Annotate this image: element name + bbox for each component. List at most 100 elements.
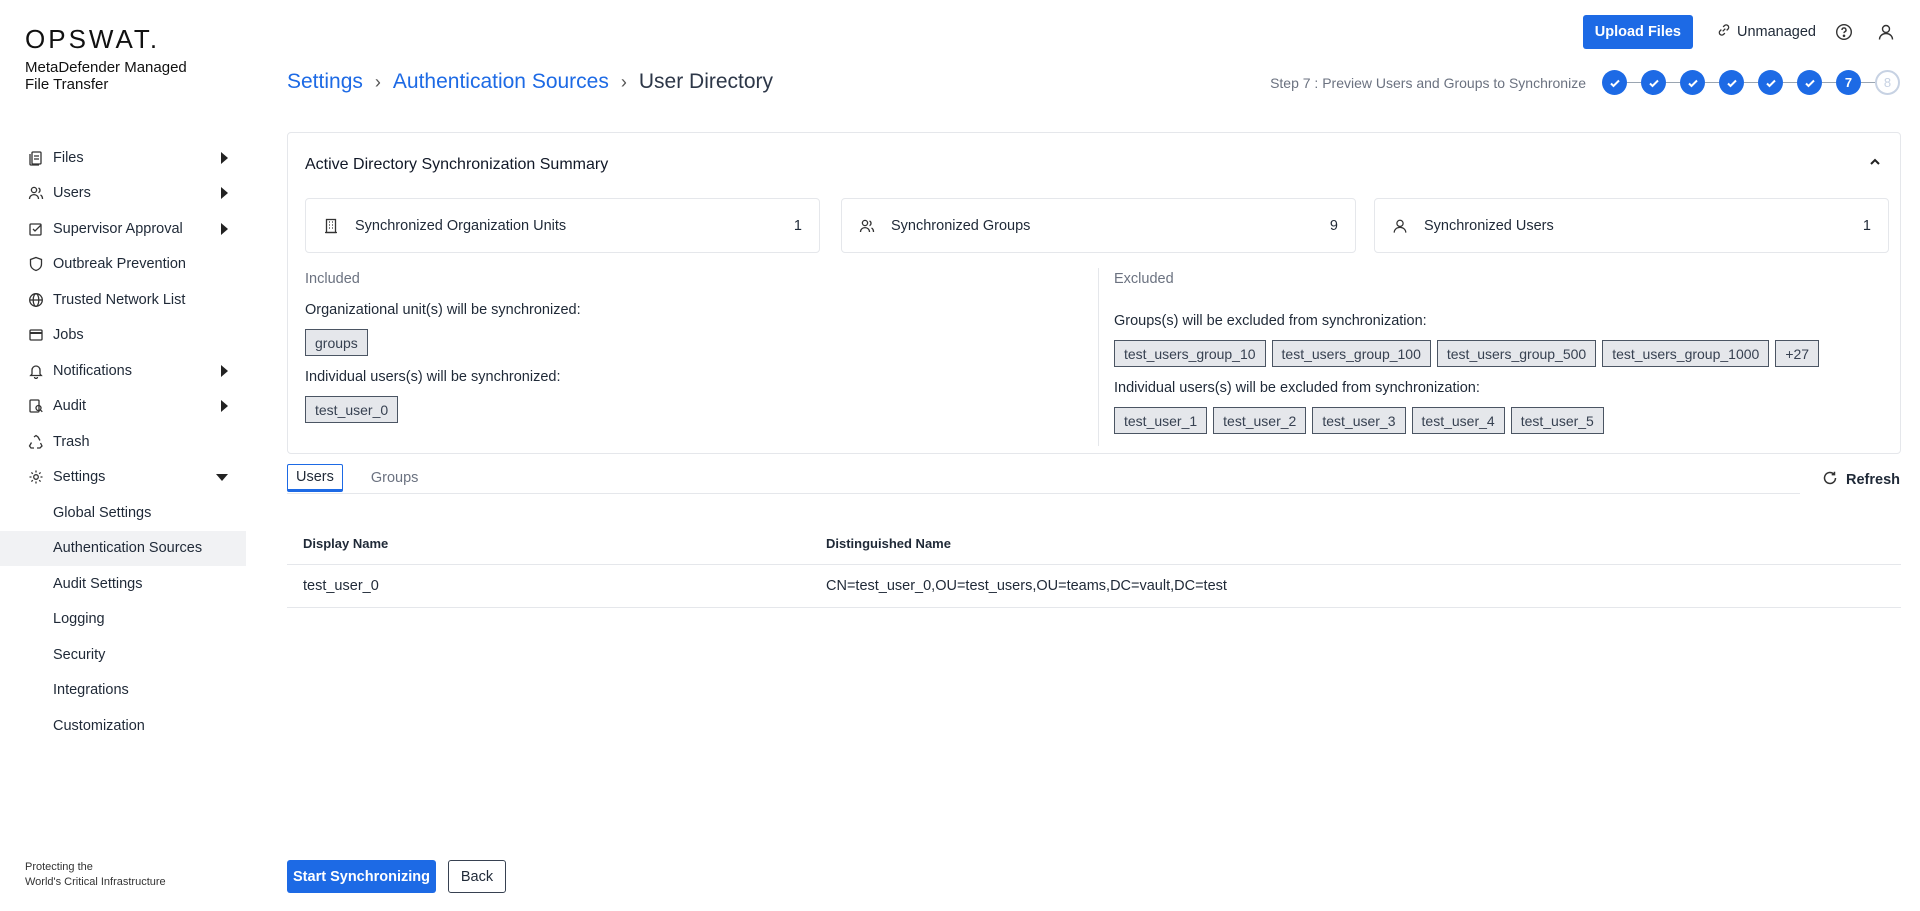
excluded-users-text: Individual users(s) will be excluded fro… (1114, 380, 1480, 396)
stat-users: Synchronized Users 1 (1374, 198, 1889, 253)
building-icon (323, 218, 345, 234)
included-users-chips: test_user_0 (305, 396, 399, 423)
sidebar-subitem-global-settings[interactable]: Global Settings (0, 495, 246, 531)
breadcrumb-current: User Directory (638, 70, 774, 93)
step-connector (1627, 82, 1641, 83)
sidebar-item-files[interactable]: Files (0, 140, 246, 176)
excluded-users-chips: test_user_1 test_user_2 test_user_3 test… (1114, 407, 1604, 434)
step-connector (1666, 82, 1680, 83)
sidebar-item-settings[interactable]: Settings (0, 460, 246, 496)
upload-files-button[interactable]: Upload Files (1582, 15, 1693, 49)
user-icon[interactable] (1872, 18, 1900, 46)
sidebar-item-users[interactable]: Users (0, 176, 246, 212)
table-row[interactable]: test_user_0 CN=test_user_0,OU=test_users… (287, 565, 1901, 608)
refresh-button[interactable]: Refresh (1822, 470, 1900, 490)
more-chip[interactable]: +27 (1775, 340, 1820, 367)
sidebar-item-label: Settings (53, 469, 106, 486)
chip: test_user_4 (1411, 407, 1505, 434)
link-icon (1717, 23, 1731, 41)
stat-organization-units: Synchronized Organization Units 1 (305, 198, 820, 253)
step-current: 7 (1836, 70, 1861, 95)
included-users-text: Individual users(s) will be synchronized… (305, 369, 561, 385)
summary-title: Active Directory Synchronization Summary (305, 156, 609, 173)
caret-right-icon (221, 400, 228, 413)
sidebar-item-notifications[interactable]: Notifications (0, 353, 246, 389)
tagline: Protecting the World's Critical Infrastr… (25, 860, 166, 890)
step-label: Step 7 : Preview Users and Groups to Syn… (1270, 74, 1586, 91)
step-complete-icon (1641, 70, 1666, 95)
breadcrumb-authentication-sources[interactable]: Authentication Sources (393, 70, 609, 94)
included-ou-text: Organizational unit(s) will be synchroni… (305, 302, 581, 318)
gear-icon (27, 468, 45, 486)
chevron-up-icon[interactable] (1868, 155, 1882, 174)
table-header: Display Name Distinguished Name (287, 523, 1901, 565)
step-connector (1744, 82, 1758, 83)
help-icon[interactable] (1830, 18, 1858, 46)
step-connector (1705, 82, 1719, 83)
sidebar: OPSWAT. MetaDefender Managed File Transf… (0, 0, 246, 911)
breadcrumb-settings[interactable]: Settings (287, 70, 363, 94)
refresh-label: Refresh (1846, 472, 1900, 488)
chip: test_users_group_500 (1436, 340, 1597, 367)
tab-groups[interactable]: Groups (363, 464, 427, 492)
chip: test_user_1 (1114, 407, 1208, 434)
sidebar-subitem-integrations[interactable]: Integrations (0, 673, 246, 709)
cell-distinguished-name: CN=test_user_0,OU=test_users,OU=teams,DC… (826, 578, 1227, 594)
caret-right-icon (221, 364, 228, 377)
wizard-stepper: Step 7 : Preview Users and Groups to Syn… (1270, 70, 1900, 95)
step-pending: 8 (1875, 70, 1900, 95)
chip: test_users_group_100 (1271, 340, 1431, 367)
chevron-right-icon: › (620, 71, 627, 92)
sidebar-subitem-authentication-sources[interactable]: Authentication Sources (0, 530, 246, 566)
step-complete-icon (1758, 70, 1783, 95)
shield-icon (27, 255, 45, 273)
step-connector (1861, 82, 1875, 83)
logo: OPSWAT. MetaDefender Managed File Transf… (25, 24, 215, 93)
chip: test_user_0 (305, 396, 399, 423)
chip: test_user_5 (1510, 407, 1604, 434)
logo-mark: OPSWAT. (25, 24, 161, 54)
column-distinguished-name[interactable]: Distinguished Name (826, 536, 1901, 551)
chip: test_users_group_10 (1114, 340, 1266, 367)
top-bar: Upload Files Unmanaged (1582, 15, 1900, 49)
sidebar-item-label: Outbreak Prevention (53, 256, 186, 273)
recycle-icon (27, 433, 45, 451)
sidebar-item-supervisor-approval[interactable]: Supervisor Approval (0, 211, 246, 247)
start-synchronizing-button[interactable]: Start Synchronizing (287, 860, 436, 893)
step-complete-icon (1797, 70, 1822, 95)
back-button[interactable]: Back (448, 860, 506, 893)
sidebar-nav: Files Users Supervisor Approval Outbreak… (0, 140, 246, 744)
tab-users[interactable]: Users (287, 464, 343, 492)
chip: test_user_3 (1312, 407, 1406, 434)
stat-value: 1 (793, 217, 802, 234)
stat-label: Synchronized Groups (891, 217, 1031, 234)
sidebar-subitem-logging[interactable]: Logging (0, 602, 246, 638)
sidebar-item-jobs[interactable]: Jobs (0, 318, 246, 354)
sidebar-item-label: Files (53, 149, 84, 166)
tagline-line1: Protecting the (25, 861, 93, 873)
step-connector (1783, 82, 1797, 83)
globe-icon (27, 291, 45, 309)
refresh-icon (1822, 470, 1838, 490)
cell-display-name: test_user_0 (303, 578, 379, 594)
sidebar-item-trash[interactable]: Trash (0, 424, 246, 460)
included-ou-chips: groups (305, 329, 368, 356)
tab-bar: Users Groups (287, 464, 1800, 494)
step-complete-icon (1602, 70, 1627, 95)
bell-icon (27, 362, 45, 380)
sidebar-item-outbreak-prevention[interactable]: Outbreak Prevention (0, 247, 246, 283)
unmanaged-status[interactable]: Unmanaged (1717, 23, 1816, 41)
chip: test_user_2 (1213, 407, 1307, 434)
sidebar-subitem-customization[interactable]: Customization (0, 708, 246, 744)
stat-label: Synchronized Users (1424, 217, 1554, 234)
users-icon (859, 218, 881, 234)
step-complete-icon (1719, 70, 1744, 95)
sidebar-subitem-security[interactable]: Security (0, 637, 246, 673)
users-icon (27, 184, 45, 202)
sidebar-item-trusted-network-list[interactable]: Trusted Network List (0, 282, 246, 318)
column-display-name[interactable]: Display Name (287, 536, 826, 551)
sidebar-item-audit[interactable]: Audit (0, 389, 246, 425)
approval-icon (27, 220, 45, 238)
sidebar-subitem-audit-settings[interactable]: Audit Settings (0, 566, 246, 602)
step-complete-icon (1680, 70, 1705, 95)
